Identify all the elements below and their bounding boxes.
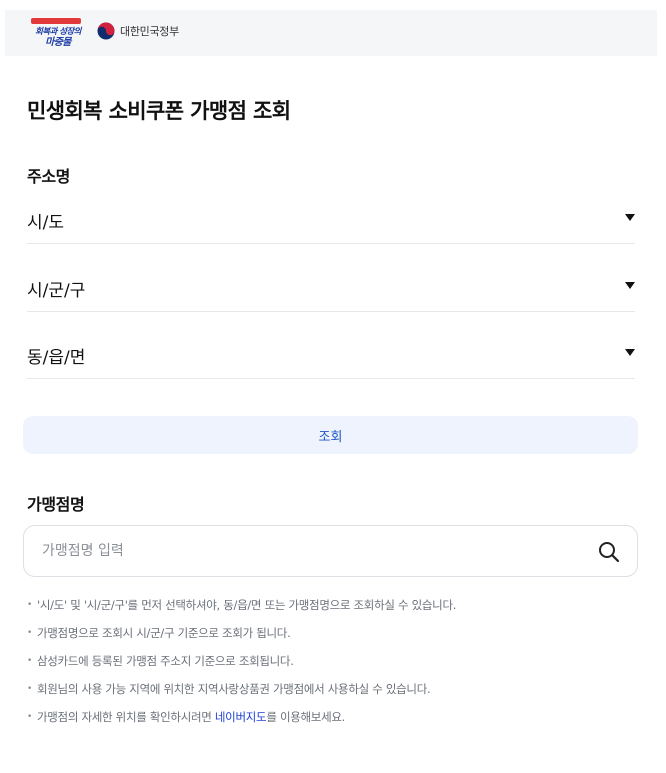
taegeuk-emblem-icon	[97, 22, 115, 40]
search-button[interactable]: 조회	[23, 416, 638, 454]
sido-select-label: 시/도	[27, 213, 65, 233]
caret-down-icon	[625, 349, 635, 356]
sido-select[interactable]: 시/도	[27, 202, 635, 244]
list-item: 가맹점의 자세한 위치를 확인하시려면 네이버지도를 이용해보세요.	[27, 708, 647, 736]
sigungu-select-label: 시/군/구	[27, 281, 86, 301]
list-item: 삼성카드에 등록된 가맹점 주소지 기준으로 조회됩니다.	[27, 652, 647, 680]
store-section-label: 가맹점명	[27, 495, 85, 514]
caret-down-icon	[625, 282, 635, 289]
search-icon[interactable]	[597, 540, 621, 564]
notice-list: '시/도' 및 '시/군/구'를 먼저 선택하셔야, 동/읍/면 또는 가맹점명…	[27, 596, 647, 736]
government-logo[interactable]: 대한민국정부	[97, 22, 179, 40]
dong-select[interactable]: 동/읍/면	[27, 337, 635, 379]
caret-down-icon	[625, 214, 635, 221]
campaign-logo[interactable]: 회복과 성장의 마중물	[29, 18, 87, 48]
list-item: 회원님의 사용 가능 지역에 위치한 지역사랑상품권 가맹점에서 사용하실 수 …	[27, 680, 647, 708]
page-title: 민생회복 소비쿠폰 가맹점 조회	[27, 99, 291, 123]
list-item: 가맹점명으로 조회시 시/군/구 기준으로 조회가 됩니다.	[27, 624, 647, 652]
note-text: 를 이용해보세요.	[266, 710, 345, 724]
naver-map-link[interactable]: 네이버지도	[215, 710, 267, 724]
store-search-box	[23, 525, 638, 577]
dong-select-label: 동/읍/면	[27, 348, 86, 368]
svg-text:회복과 성장의: 회복과 성장의	[35, 26, 82, 37]
top-bar: 회복과 성장의 마중물 대한민국정부	[5, 10, 657, 56]
svg-text:마중물: 마중물	[45, 36, 73, 48]
address-section-label: 주소명	[27, 167, 70, 186]
store-name-input[interactable]	[42, 540, 582, 562]
list-item: '시/도' 및 '시/군/구'를 먼저 선택하셔야, 동/읍/면 또는 가맹점명…	[27, 596, 647, 624]
sigungu-select[interactable]: 시/군/구	[27, 270, 635, 312]
government-name: 대한민국정부	[120, 25, 179, 38]
note-text: 가맹점의 자세한 위치를 확인하시려면	[37, 710, 215, 724]
